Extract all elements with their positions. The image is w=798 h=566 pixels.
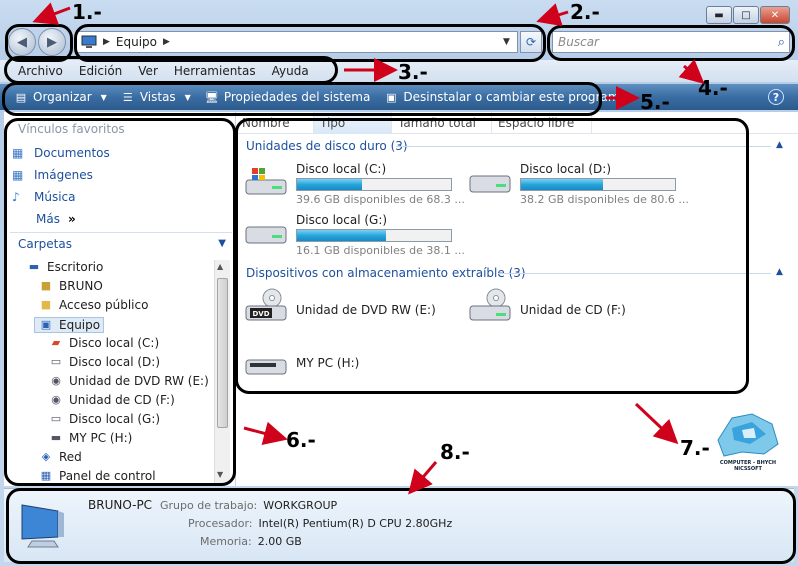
window-caption-buttons: ▬ □ ✕ bbox=[706, 6, 790, 24]
chevron-up-icon[interactable]: ▲ bbox=[776, 140, 783, 150]
annotation-label-5: 5.- bbox=[640, 90, 670, 114]
chevron-up-icon[interactable]: ▲ bbox=[776, 267, 783, 277]
annotation-label-7: 7.- bbox=[680, 436, 710, 460]
annotation-label-4: 4.- bbox=[698, 76, 728, 100]
annotation-label-3: 3.- bbox=[398, 60, 428, 84]
annotation-box-6 bbox=[4, 118, 236, 486]
annotation-label-8: 8.- bbox=[440, 440, 470, 464]
annotation-box-3 bbox=[4, 56, 338, 84]
help-icon: ? bbox=[772, 90, 780, 104]
annotation-label-2: 2.- bbox=[570, 0, 600, 24]
annotation-label-1: 1.- bbox=[72, 0, 102, 24]
minimize-button[interactable]: ▬ bbox=[706, 6, 732, 24]
maximize-button[interactable]: □ bbox=[733, 6, 759, 24]
annotation-box-2 bbox=[547, 25, 795, 61]
annotation-box-7 bbox=[235, 118, 749, 394]
close-button[interactable]: ✕ bbox=[760, 6, 790, 24]
annotation-box-8 bbox=[6, 488, 796, 564]
logo-text: COMPUTER - BHYCH NICSSOFT bbox=[719, 460, 777, 472]
help-button[interactable]: ? bbox=[768, 89, 784, 105]
annotation-label-6: 6.- bbox=[286, 428, 316, 452]
annotation-box-5 bbox=[2, 82, 602, 116]
